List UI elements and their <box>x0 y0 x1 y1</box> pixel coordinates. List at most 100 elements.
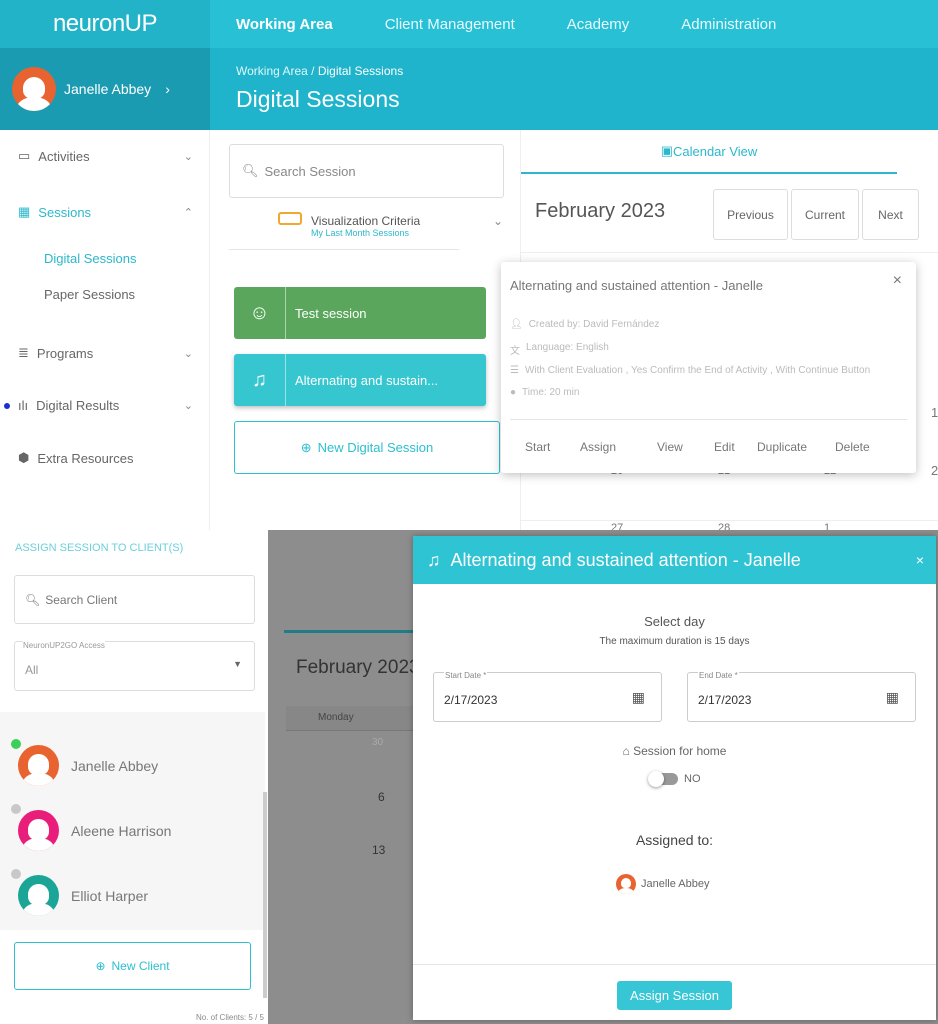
check-circle-icon <box>11 739 21 749</box>
nav-administration[interactable]: Administration <box>681 16 776 33</box>
client-item[interactable]: Elliot Harper <box>0 863 262 928</box>
client-item[interactable]: Janelle Abbey <box>0 733 262 798</box>
nav-working-area[interactable]: Working Area <box>236 16 333 33</box>
day-cell: 6 <box>378 790 385 804</box>
session-card-label: Test session <box>295 305 367 321</box>
session-for-home-label: ⌂ Session for home <box>413 744 936 758</box>
breadcrumb-working-area[interactable]: Working Area <box>236 64 308 78</box>
current-button[interactable]: Current <box>791 189 859 240</box>
modal-title: Alternating and sustained attention - Ja… <box>450 549 801 570</box>
sidebar-item-sessions[interactable]: ▦ Sessions ⌃ <box>18 204 193 220</box>
brain-icon: ☺ <box>234 287 286 339</box>
modal-header: ♫ Alternating and sustained attention - J… <box>413 536 936 584</box>
tab-indicator <box>284 630 414 633</box>
select-value: All <box>25 663 39 677</box>
close-icon[interactable]: × <box>916 552 924 568</box>
previous-button[interactable]: Previous <box>713 189 788 240</box>
status-dot <box>11 869 21 879</box>
ear-icon: ♫ <box>234 354 286 406</box>
sidebar-item-label: Activities <box>38 148 90 164</box>
field-value: 2/17/2023 <box>698 693 752 707</box>
logo[interactable]: neuronUP <box>0 0 210 48</box>
avatar <box>12 67 56 111</box>
scrollbar[interactable] <box>263 792 267 998</box>
day-cell[interactable]: 2 <box>931 463 938 478</box>
view-button[interactable]: View <box>657 440 714 454</box>
access-select[interactable]: NeuronUP2GO Access All ▼ <box>14 641 255 691</box>
search-session-input[interactable]: 🔍︎ Search Session <box>229 144 504 198</box>
label-text: Session for home <box>633 744 727 758</box>
meta-text: Time: 20 min <box>522 387 580 398</box>
assign-button[interactable]: Assign <box>580 440 657 454</box>
session-popover: Alternating and sustained attention - Ja… <box>501 262 916 473</box>
page-title: Digital Sessions <box>236 86 400 112</box>
caret-down-icon: ▼ <box>233 659 242 669</box>
sidebar-sub-paper-sessions[interactable]: Paper Sessions <box>44 287 135 302</box>
user-profile[interactable]: Janelle Abbey › <box>0 48 210 130</box>
nav-client-management[interactable]: Client Management <box>385 16 515 33</box>
chevron-down-icon: ⌄ <box>493 214 504 228</box>
plus-circle-icon: ⊕ <box>95 959 106 973</box>
next-button[interactable]: Next <box>862 189 919 240</box>
tab-calendar-view[interactable]: ▣ Calendar View <box>521 130 897 174</box>
search-icon: 🔍︎ <box>25 592 41 607</box>
day-cell[interactable]: 1 <box>931 405 938 420</box>
assigned-client-name: Janelle Abbey <box>641 878 710 890</box>
close-icon[interactable]: × <box>893 272 902 290</box>
ear-icon: ♫ <box>427 549 441 570</box>
select-label: NeuronUP2GO Access <box>23 641 105 650</box>
sidebar-item-label: Sessions <box>38 204 92 220</box>
new-digital-session-button[interactable]: ⊕ New Digital Session <box>234 421 500 474</box>
session-card-alternating[interactable]: ♫ Alternating and sustain... <box>234 354 486 406</box>
sidebar-item-digital-results[interactable]: ılı Digital Results ⌄ <box>18 398 193 413</box>
popover-language: 文 Language: English <box>510 342 609 357</box>
meta-text: Language: English <box>526 342 609 353</box>
main-nav: Working Area Client Management Academy A… <box>236 0 776 48</box>
sidebar-item-label: Extra Resources <box>37 450 134 466</box>
search-client-input[interactable]: 🔍︎ Search Client <box>14 575 255 624</box>
user-name: Janelle Abbey <box>64 81 152 97</box>
session-for-home-toggle[interactable] <box>648 771 678 787</box>
search-placeholder: Search Client <box>45 592 118 607</box>
calendar-icon[interactable]: ▦ <box>886 689 899 706</box>
duplicate-button[interactable]: Duplicate <box>757 440 835 454</box>
popover-title: Alternating and sustained attention - Ja… <box>510 278 763 293</box>
timer-icon: ● <box>510 387 517 398</box>
background-month: February 2023 <box>296 657 420 678</box>
assign-session-modal: ♫ Alternating and sustained attention - J… <box>413 536 936 1020</box>
nav-academy[interactable]: Academy <box>567 16 630 33</box>
popover-created-by: 👤︎ Created by: David Fernández <box>510 319 659 330</box>
breadcrumb: Working Area / Digital Sessions <box>236 64 404 78</box>
client-item[interactable]: Aleene Harrison <box>0 798 262 863</box>
edit-button[interactable]: Edit <box>714 440 757 454</box>
calendar-icon[interactable]: ▦ <box>632 689 645 706</box>
sidebar-item-programs[interactable]: ≣ Programs ⌄ <box>18 345 193 361</box>
visualization-criteria-dropdown[interactable]: Visualization Criteria My Last Month Ses… <box>229 210 503 250</box>
sidebar-item-activities[interactable]: ▭ Activities ⌄ <box>18 148 193 164</box>
avatar <box>18 810 59 851</box>
field-label: End Date * <box>698 671 739 680</box>
start-button[interactable]: Start <box>525 440 580 454</box>
new-client-button[interactable]: ⊕ New Client <box>14 942 251 990</box>
calendar-month: February 2023 <box>535 200 666 222</box>
start-date-field[interactable]: Start Date * 2/17/2023 ▦ <box>433 671 662 722</box>
sidebar-item-label: Programs <box>36 345 94 361</box>
sidebar-sub-digital-sessions[interactable]: Digital Sessions <box>44 251 137 266</box>
assign-session-button[interactable]: Assign Session <box>617 981 732 1010</box>
popover-actions: Start Assign View Edit Duplicate Delete <box>525 440 870 454</box>
session-card-test[interactable]: ☺ Test session <box>234 287 486 339</box>
weekday-label: Monday <box>318 712 354 723</box>
max-duration-note: The maximum duration is 15 days <box>599 636 750 647</box>
avatar <box>18 745 59 786</box>
translate-icon: 文 <box>510 346 520 357</box>
end-date-field[interactable]: End Date * 2/17/2023 ▦ <box>687 671 916 722</box>
avatar <box>18 875 59 916</box>
select-day-label: Select day <box>644 614 705 629</box>
sidebar-item-label: Digital Results <box>36 398 120 413</box>
monitor-icon: ▭ <box>18 148 31 163</box>
criteria-value: My Last Month Sessions <box>311 228 410 238</box>
settings-icon: ☰ <box>510 365 519 376</box>
field-value: 2/17/2023 <box>444 693 498 707</box>
sidebar-item-extra-resources[interactable]: ⬢ Extra Resources <box>18 450 193 466</box>
delete-button[interactable]: Delete <box>835 440 870 454</box>
